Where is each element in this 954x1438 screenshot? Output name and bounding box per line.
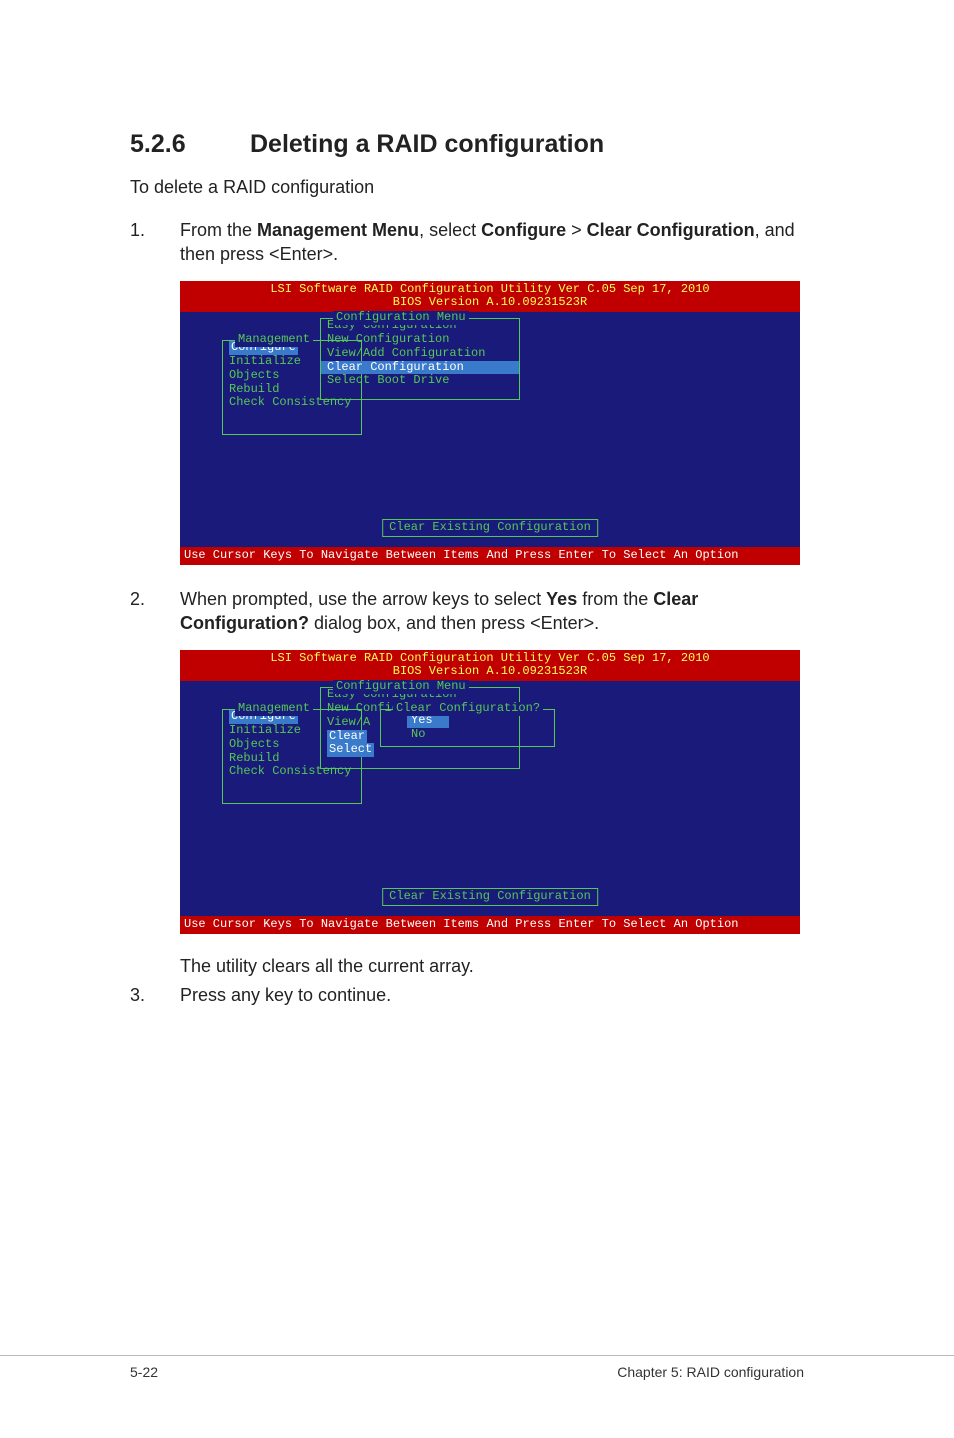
cfg-item-selectboot[interactable]: Select Boot Drive [321, 374, 519, 388]
page-number: 5-22 [130, 1364, 158, 1380]
management-menu-title: Management [235, 702, 313, 716]
cfg-item-clear[interactable]: Clear Configuration [321, 361, 519, 375]
section-title: Deleting a RAID configuration [250, 130, 604, 158]
step-3: 3. Press any key to continue. [130, 983, 804, 1007]
bios-description: Clear Existing Configuration [382, 888, 598, 906]
step-text: Press any key to continue. [180, 983, 804, 1007]
step-1: 1. From the Management Menu, select Conf… [130, 218, 804, 267]
bios-description: Clear Existing Configuration [382, 519, 598, 537]
cfg-item-viewadd[interactable]: View/Add Configuration [321, 347, 519, 361]
chapter-label: Chapter 5: RAID configuration [617, 1364, 804, 1380]
clear-configuration-dialog: Clear Configuration? Yes No [380, 709, 555, 747]
step-text: When prompted, use the arrow keys to sel… [180, 587, 804, 636]
bios-header: LSI Software RAID Configuration Utility … [180, 650, 800, 682]
clear-configuration-no[interactable]: No [407, 728, 449, 742]
configuration-menu-title: Configuration Menu [333, 680, 469, 694]
step-number: 3. [130, 983, 180, 1007]
step-text: From the Management Menu, select Configu… [180, 218, 804, 267]
step-2-result: The utility clears all the current array… [180, 956, 804, 977]
bios-header-line2: BIOS Version A.10.09231523R [180, 296, 800, 310]
step-number: 1. [130, 218, 180, 267]
cfg-item-new[interactable]: New Configuration [321, 333, 519, 347]
lead-text: To delete a RAID configuration [130, 177, 804, 198]
bios-header-line2: BIOS Version A.10.09231523R [180, 665, 800, 679]
bios-footer: Use Cursor Keys To Navigate Between Item… [180, 547, 800, 565]
section-heading: 5.2.6Deleting a RAID configuration [130, 130, 804, 159]
configuration-menu: Configuration Menu Easy Configuration Ne… [320, 318, 520, 400]
bios-header-line1: LSI Software RAID Configuration Utility … [180, 652, 800, 666]
bios-header: LSI Software RAID Configuration Utility … [180, 281, 800, 313]
clear-configuration-title: Clear Configuration? [393, 702, 543, 716]
step-2: 2. When prompted, use the arrow keys to … [130, 587, 804, 636]
bios-screenshot-2: LSI Software RAID Configuration Utility … [180, 650, 800, 934]
step-number: 2. [130, 587, 180, 636]
management-menu-title: Management [235, 333, 313, 347]
bios-footer: Use Cursor Keys To Navigate Between Item… [180, 916, 800, 934]
bios-screenshot-1: LSI Software RAID Configuration Utility … [180, 281, 800, 565]
bios-header-line1: LSI Software RAID Configuration Utility … [180, 283, 800, 297]
page-footer: 5-22 Chapter 5: RAID configuration [0, 1355, 954, 1438]
clear-configuration-yes[interactable]: Yes [407, 714, 449, 728]
configuration-menu-title: Configuration Menu [333, 311, 469, 325]
section-number: 5.2.6 [130, 130, 250, 159]
